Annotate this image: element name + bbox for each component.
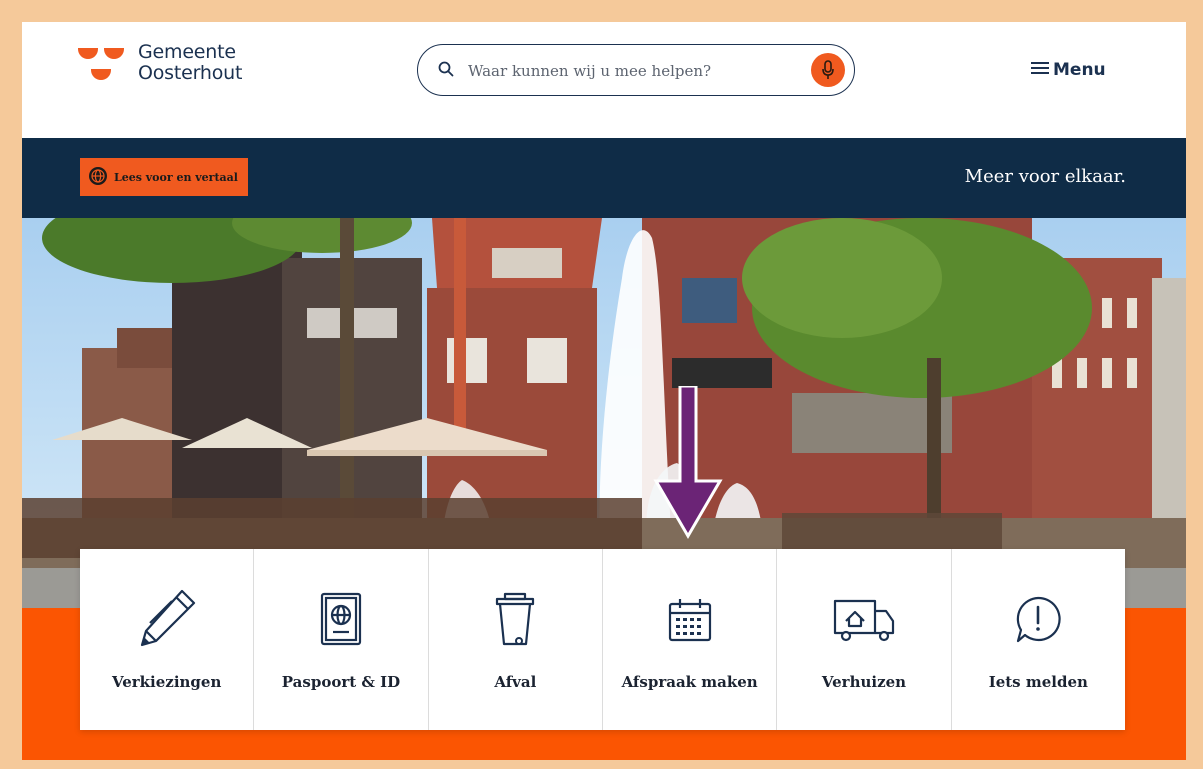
alert-bubble-icon — [1013, 585, 1063, 655]
translate-label: Lees voor en vertaal — [114, 170, 238, 184]
globe-icon — [88, 166, 108, 189]
site-header: Gemeente Oosterhout Menu — [22, 22, 1186, 138]
logo[interactable]: Gemeente Oosterhout — [78, 42, 242, 86]
moving-truck-icon — [832, 585, 896, 655]
tile-label: Afspraak maken — [621, 673, 758, 691]
search-bar[interactable] — [417, 44, 855, 96]
tile-label: Verkiezingen — [111, 673, 222, 691]
trash-bin-icon — [493, 585, 537, 655]
tile-afspraak-maken[interactable]: Afspraak maken — [603, 549, 778, 730]
microphone-icon[interactable] — [811, 53, 845, 87]
search-icon — [438, 61, 454, 81]
tile-verkiezingen[interactable]: Verkiezingen — [80, 549, 255, 730]
gemeente-logo-icon — [78, 42, 128, 86]
annotation-arrow-down-icon — [648, 384, 728, 550]
tile-iets-melden[interactable]: Iets melden — [952, 549, 1125, 730]
page-frame: Gemeente Oosterhout Menu Lees vo — [22, 22, 1186, 760]
read-aloud-translate-button[interactable]: Lees voor en vertaal — [80, 158, 248, 196]
navy-banner: Lees voor en vertaal Meer voor elkaar. — [22, 138, 1186, 218]
logo-text: Gemeente Oosterhout — [138, 42, 242, 84]
passport-icon — [316, 585, 366, 655]
pencil-icon — [132, 585, 202, 655]
tagline: Meer voor elkaar. — [964, 166, 1126, 187]
logo-line-2: Oosterhout — [138, 62, 243, 84]
hamburger-icon — [1031, 60, 1049, 80]
tile-label: Iets melden — [988, 673, 1088, 691]
tile-label: Paspoort & ID — [281, 673, 401, 691]
quick-links: Verkiezingen Paspoort & ID Afval Afspraa… — [80, 549, 1125, 730]
tile-afval[interactable]: Afval — [429, 549, 603, 730]
logo-line-1: Gemeente — [138, 41, 236, 63]
tile-verhuizen[interactable]: Verhuizen — [777, 549, 952, 730]
tile-label: Verhuizen — [821, 673, 907, 691]
tile-paspoort-id[interactable]: Paspoort & ID — [254, 549, 429, 730]
tile-label: Afval — [494, 673, 537, 691]
menu-button[interactable]: Menu — [1031, 60, 1106, 80]
search-input[interactable] — [466, 58, 790, 84]
menu-label: Menu — [1053, 60, 1106, 80]
calendar-icon — [665, 585, 715, 655]
